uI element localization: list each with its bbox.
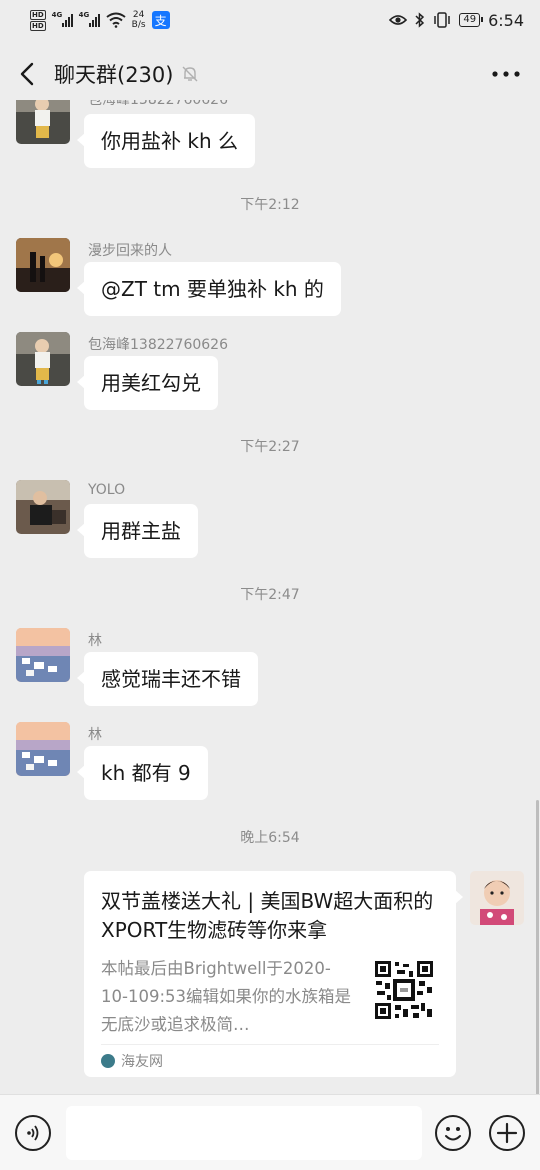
- emoji-icon: [445, 1127, 461, 1141]
- vibrate-icon: [434, 12, 451, 28]
- avatar-lin[interactable]: [16, 722, 70, 776]
- scrollbar-thumb[interactable]: [536, 800, 539, 1094]
- link-card-title: 双节盖楼送大礼 | 美国BW超大面积的XPORT生物滤砖等你来拿: [101, 889, 434, 942]
- eye-icon: [389, 15, 408, 25]
- timestamp: 下午2:47: [240, 587, 300, 603]
- avatar-baohaifeng[interactable]: [16, 332, 70, 386]
- message-bubble[interactable]: 用群主盐: [77, 504, 198, 558]
- signal-2-icon: 4G: [78, 11, 100, 27]
- sender-name: 林: [88, 633, 102, 649]
- wifi-icon: [106, 12, 126, 28]
- link-card-source: 海友网: [101, 1051, 163, 1071]
- timestamp: 下午2:27: [240, 439, 300, 455]
- link-card-divider: [101, 1044, 439, 1045]
- alipay-icon: 支: [151, 11, 170, 29]
- message-bubble[interactable]: 感觉瑞丰还不错: [77, 652, 258, 706]
- timestamp: 下午2:12: [240, 197, 300, 213]
- avatar-lin[interactable]: [16, 628, 70, 682]
- input-bar: [0, 1094, 540, 1170]
- hd-indicators: HD HD: [30, 9, 46, 31]
- back-button[interactable]: [0, 48, 54, 100]
- chevron-left-icon: [20, 62, 34, 86]
- chat-title-group: 聊天群(230): [54, 59, 199, 89]
- sim1-label: 4G: [51, 11, 63, 19]
- voice-icon: [27, 1125, 39, 1141]
- message-bubble[interactable]: @ZT tm 要单独补 kh 的: [77, 262, 341, 316]
- chat-header: 聊天群(230): [0, 48, 540, 100]
- avatar-self[interactable]: [470, 871, 524, 925]
- speed-unit: B/s: [131, 20, 146, 30]
- signal-1-icon: 4G: [51, 11, 73, 27]
- avatar-manbu[interactable]: [16, 238, 70, 292]
- battery-indicator: 49: [459, 13, 483, 27]
- message-bubble[interactable]: 你用盐补 kh 么: [77, 114, 255, 168]
- link-card[interactable]: 双节盖楼送大礼 | 美国BW超大面积的XPORT生物滤砖等你来拿 本帖最后由Br…: [84, 871, 463, 1077]
- source-app-icon: [101, 1054, 115, 1068]
- chat-message-list[interactable]: 包海峰13822760626 你用盐补 kh 么 下午2:12 漫步回来的人 @…: [0, 100, 540, 1094]
- more-button[interactable]: [490, 58, 522, 90]
- voice-button[interactable]: [15, 1115, 51, 1151]
- message-bubble[interactable]: 用美红勾兑: [77, 356, 218, 410]
- bell-off-icon: [182, 66, 198, 82]
- message-bubble[interactable]: kh 都有 9: [77, 746, 208, 800]
- sender-name: 林: [88, 727, 102, 743]
- hd-badge-1: HD: [30, 9, 46, 20]
- emoji-button[interactable]: [435, 1115, 471, 1151]
- clock: 6:54: [488, 10, 524, 30]
- hd-badge-2: HD: [30, 20, 46, 31]
- speed-value: 24: [132, 10, 145, 20]
- bluetooth-icon: [415, 12, 425, 28]
- avatar-baohaifeng[interactable]: [16, 100, 70, 144]
- sender-name: 包海峰13822760626: [88, 100, 228, 108]
- timestamp: 晚上6:54: [240, 830, 300, 846]
- chat-title: 聊天群(230): [54, 63, 174, 87]
- qr-code-image: [373, 959, 435, 1021]
- source-name: 海友网: [121, 1054, 163, 1070]
- sender-name: 包海峰13822760626: [88, 337, 228, 353]
- more-dots-icon: [492, 71, 520, 77]
- status-left: HD HD 4G 4G 24 B/s 支: [30, 9, 170, 31]
- message-input[interactable]: [66, 1106, 422, 1160]
- sim2-label: 4G: [78, 11, 90, 19]
- plus-icon: [496, 1122, 518, 1144]
- sender-name: YOLO: [88, 482, 126, 498]
- sender-name: 漫步回来的人: [88, 243, 172, 259]
- add-button[interactable]: [489, 1115, 525, 1151]
- status-bar: HD HD 4G 4G 24 B/s 支 49 6:54: [0, 0, 540, 40]
- link-card-description: 本帖最后由Brightwell于2020-10-109:53编辑如果你的水族箱是…: [101, 959, 351, 1034]
- status-right: 49 6:54: [389, 11, 524, 30]
- network-speed: 24 B/s: [132, 10, 146, 30]
- avatar-yolo[interactable]: [16, 480, 70, 534]
